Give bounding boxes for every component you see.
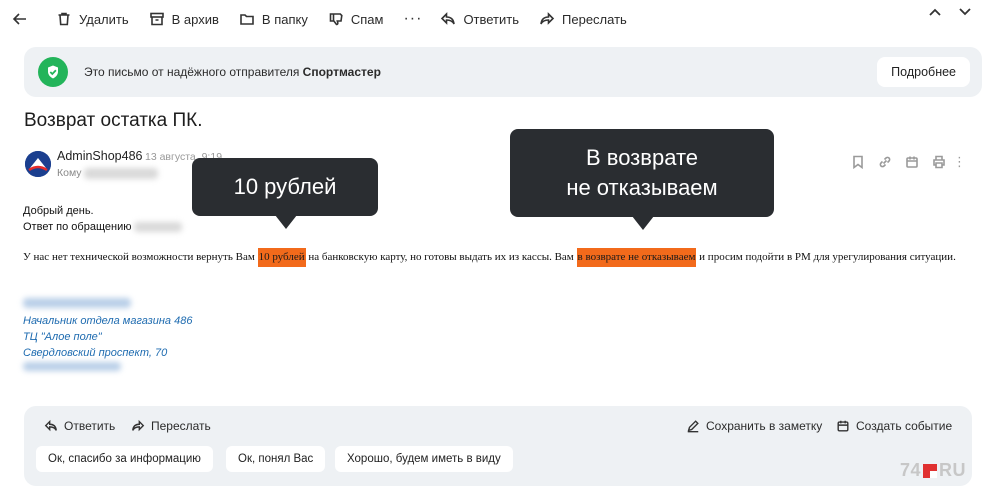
greeting-text: Добрый день. [23,205,94,217]
panel-forward-button[interactable]: Переслать [131,419,211,433]
note-icon [687,420,699,433]
sender-name[interactable]: AdminShop486 [57,149,142,163]
reply-label: Ответить [463,11,520,27]
reply-button[interactable]: Ответить [440,5,519,33]
callout-amount-tail [275,215,297,229]
thumbs-down-icon [329,13,343,26]
panel-reply-label: Ответить [64,419,116,433]
trusted-sender-banner: Это письмо от надёжного отправителя Спор… [24,47,982,97]
message-body-line: У нас нет технической возможности вернут… [23,248,956,267]
calendar-icon [837,420,849,432]
message-toolbar: Удалить В архив В папку Спам ··· Ответит… [0,0,984,38]
folder-move-icon [240,14,254,25]
signature-title: Начальник отдела магазина 486 [23,315,193,327]
signature-mall: ТЦ "Алое поле" [23,331,102,343]
forward-icon [132,419,145,432]
sportmaster-logo-icon [25,151,51,177]
folder-label: В папку [261,11,308,27]
spam-button[interactable]: Спам [328,5,384,33]
forward-icon [540,12,555,25]
body-text-part-3: и просим подойти в РМ для урегулирования… [696,251,956,263]
delete-button[interactable]: Удалить [56,5,129,33]
move-to-folder-button[interactable]: В папку [239,5,308,33]
quick-reply-chip[interactable]: Ок, понял Вас [226,446,326,472]
panel-reply-button[interactable]: Ответить [44,419,115,433]
callout-amount-text: 10 рублей [233,174,337,199]
more-vertical-icon[interactable]: ⋮ [953,154,966,170]
highlight-no-refusal: в возврате не отказываем [576,248,697,267]
more-dots: ··· [403,10,423,27]
trusted-text: Это письмо от надёжного отправителя [84,65,303,79]
recipient-redacted [84,168,158,179]
quick-reply-panel: Ответить Переслать Сохранить в заметку С… [24,406,972,486]
spam-label: Спам [350,11,384,27]
callout-amount: 10 рублей [192,158,378,216]
site-watermark: 74 RU [900,460,966,481]
link-icon[interactable] [878,155,892,169]
archive-label: В архив [171,11,219,27]
callout-no-refusal: В возврате не отказываем [510,129,774,217]
body-text-part-2: на банковскую карту, но готовы выдать их… [305,251,577,263]
archive-icon [149,12,164,26]
watermark-logo-icon [923,463,937,478]
message-navigation [928,5,972,19]
shield-check-icon [38,57,68,87]
quick-reply-chip[interactable]: Хорошо, будем иметь в виду [335,446,513,472]
callout-no-refusal-tail [632,216,654,230]
body-text-part-1: У нас нет технической возможности вернут… [23,251,258,263]
create-event-button[interactable]: Создать событие [836,419,952,433]
email-subject: Возврат остатка ПК. [24,110,203,131]
create-event-label: Создать событие [856,419,953,433]
more-actions-button[interactable]: ··· [403,5,422,33]
signature-phone-redacted [23,362,121,371]
trusted-sender-text: Это письмо от надёжного отправителя Спор… [84,65,381,79]
signature-address: Свердловский проспект, 70 [23,347,168,359]
reference-text: Ответ по обращению [23,221,132,233]
trash-icon [58,12,70,26]
arrow-left-icon [12,13,26,25]
delete-label: Удалить [79,11,129,27]
trusted-sender-name: Спортмастер [302,65,381,79]
reference-redacted [134,222,182,232]
avatar [25,151,51,177]
back-button[interactable] [12,5,32,33]
bookmark-icon[interactable] [851,155,865,169]
details-button[interactable]: Подробнее [877,57,970,87]
forward-label: Переслать [562,11,627,27]
reply-icon [441,12,456,25]
save-note-button[interactable]: Сохранить в заметку [686,419,822,433]
highlight-amount: 10 рублей [257,248,306,267]
quick-reply-chip[interactable]: Ок, спасибо за информацию [36,446,213,472]
watermark-left: 74 [899,460,921,480]
message-actions [851,155,946,169]
callout-no-refusal-line-1: В возврате [585,145,699,170]
forward-button[interactable]: Переслать [539,5,627,33]
signature-name-redacted [23,298,131,308]
save-note-label: Сохранить в заметку [706,419,823,433]
chevron-down-icon[interactable] [958,5,972,19]
archive-button[interactable]: В архив [149,5,219,33]
recipient-label: Кому [57,167,82,179]
watermark-right: RU [939,460,966,480]
callout-no-refusal-line-2: не отказываем [566,175,718,200]
panel-forward-label: Переслать [151,419,211,433]
calendar-icon[interactable] [905,155,919,169]
chevron-up-icon[interactable] [928,5,942,19]
reply-icon [44,419,57,432]
print-icon[interactable] [932,155,946,169]
